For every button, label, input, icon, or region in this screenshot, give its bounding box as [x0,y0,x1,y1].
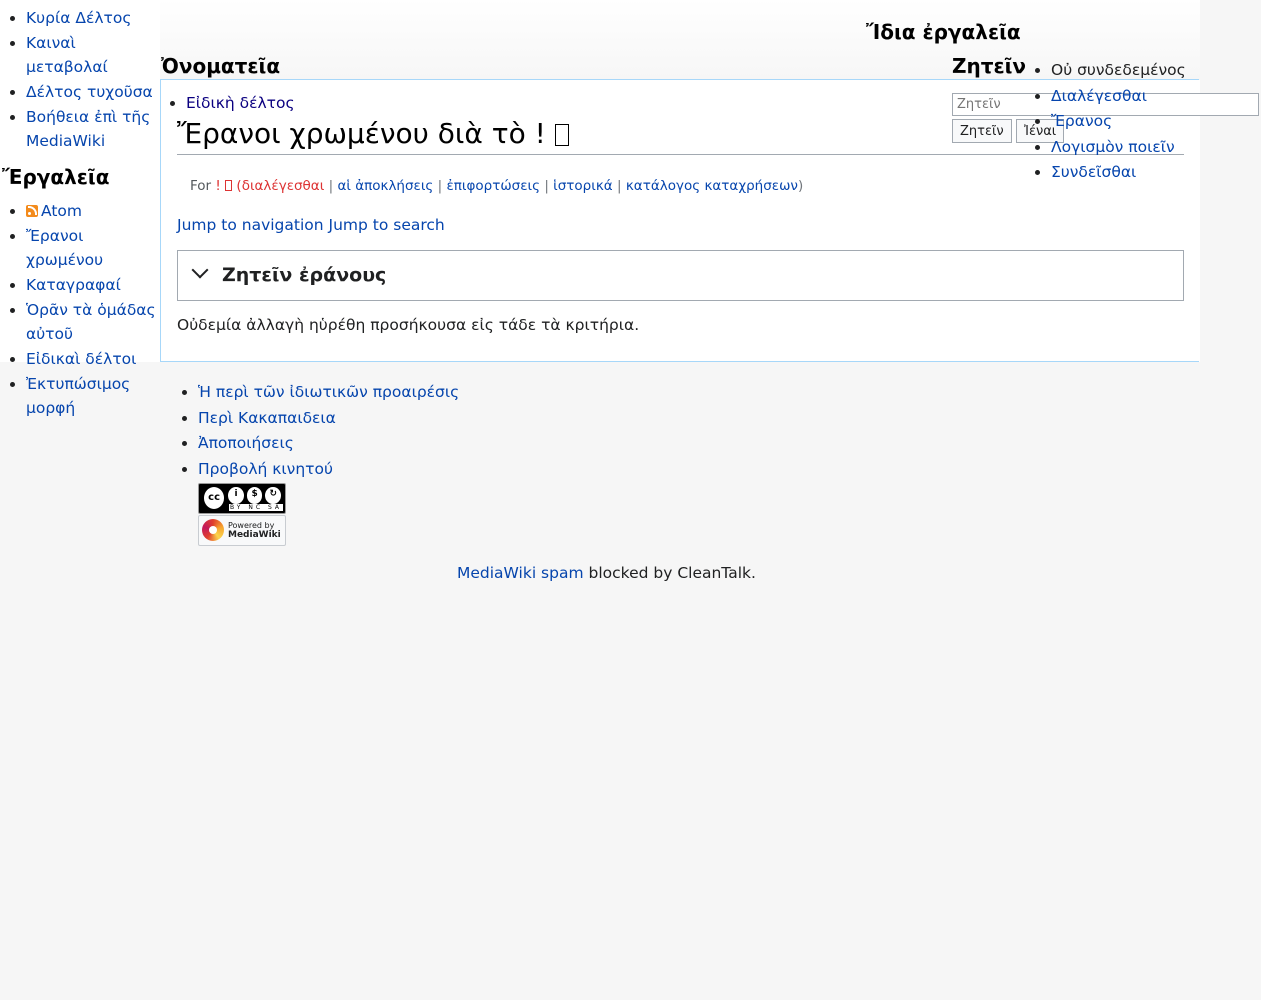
search-button[interactable]: Ζητεῖν [952,119,1012,143]
personal-item-create-account: Λογισμὸν ποιεῖν [1051,135,1186,161]
create-account-link[interactable]: Λογισμὸν ποιεῖν [1051,138,1175,156]
sidebar: Κυρία Δέλτος Καιναὶ μεταβολαί Δέλτος τυχ… [0,0,160,421]
sidebar-link[interactable]: Βοήθεια ἐπὶ τῆς MediaWiki [26,108,150,150]
tab-special-page-link[interactable]: Εἰδικὴ δέλτος [186,94,295,112]
sidebar-link[interactable]: Καταγραφαί [26,276,121,294]
sidebar-link[interactable]: Ἐκτυπώσιμος μορφή [26,375,130,417]
sidebar-item-logs: Καταγραφαί [26,273,160,297]
cleantalk-notice: MediaWiki spam blocked by CleanTalk. [457,564,756,582]
footer-item-privacy: Ἡ περὶ τῶν ἰδιωτικῶν προαιρέσις [198,380,459,406]
sidebar-link[interactable]: Ἔρανοι χρωμένου [26,227,103,269]
block-log-link[interactable]: αἱ ἀποκλήσεις [337,178,433,194]
user-name: ! [215,178,221,194]
personal-item-talk: Διαλέγεσθαι [1051,84,1186,110]
powered-by-mediawiki-badge[interactable]: Powered by MediaWiki [198,514,286,546]
atom-label: Atom [41,202,82,220]
sidebar-link[interactable]: Καιναὶ μεταβολαί [26,34,108,76]
footer-link[interactable]: Προβολή κινητού [198,460,333,478]
sidebar-item-recent-changes: Καιναὶ μεταβολαί [26,31,160,79]
missing-glyph-icon [554,124,569,146]
tools-heading: Ἔργαλεῖα [2,165,110,189]
jump-to-search-link[interactable]: Jump to search [329,216,445,234]
logs-link[interactable]: ἱστορικά [553,178,613,194]
jump-links: Jump to navigation Jump to search [177,216,445,234]
mediawiki-spam-link[interactable]: MediaWiki spam [457,564,584,582]
page-title-text: Ἔρανοι χρωμένου διὰ τὸ ! [177,117,546,150]
mediawiki-flower-icon [202,519,224,541]
sidebar-tools: Atom Ἔρανοι χρωμένου Καταγραφαί Ὁρᾶν τὰ … [0,199,160,420]
separator: | [328,178,334,194]
personal-tools-heading: Ἴδια ἐργαλεῖα [866,20,1021,44]
abuse-log-link[interactable]: κατάλογος καταχρήσεων [626,178,798,194]
footer-link[interactable]: Ἀποποιήσεις [198,434,294,452]
cc-mark: cc [203,485,226,510]
sidebar-navigation: Κυρία Δέλτος Καιναὶ μεταβολαί Δέλτος τυχ… [0,0,160,153]
separator: | [437,178,443,194]
content-subtitle: For ! (διαλέγεσθαι | αἱ ἀποκλήσεις | ἐπι… [190,178,803,194]
personal-item-not-logged-in: Οὐ συνδεδεμένος [1051,58,1186,84]
personal-item-contributions: Ἔρανος [1051,109,1186,135]
tab-special-page: Εἰδικὴ δέλτος [186,92,295,114]
chevron-down-icon [191,261,209,279]
cc-strip-text: BY NC SA [229,503,283,511]
personal-item-login: Συνδεῖσθαι [1051,160,1186,186]
cc-sa-icon: ↻ [265,486,282,504]
cc-by-icon: i [228,486,244,504]
cc-nc-icon: $ [246,486,263,504]
not-logged-in-text: Οὐ συνδεδεμένος [1051,61,1186,79]
sidebar-link[interactable]: Κυρία Δέλτος [26,9,131,27]
mw-badge-line2: MediaWiki [228,529,281,540]
personal-talk-link[interactable]: Διαλέγεσθαι [1051,87,1147,105]
sidebar-item-random-page: Δέλτος τυχοῦσα [26,80,160,104]
mw-badge-text: Powered by MediaWiki [228,521,281,540]
jump-to-navigation-link[interactable]: Jump to navigation [177,216,324,234]
cleantalk-text: blocked by CleanTalk. [583,564,756,582]
sidebar-item-special-pages: Εἰδικαὶ δέλτοι [26,347,160,371]
sidebar-link[interactable]: Ὁρᾶν τὰ ὁμάδας αὐτοῦ [26,301,156,343]
user-link[interactable]: ! [215,178,233,194]
search-contributions-fieldset[interactable]: Ζητεῖν ἐράνους [177,250,1184,301]
footer-link[interactable]: Περὶ Κακαπαιδεια [198,409,336,427]
sidebar-item-atom: Atom [26,199,160,223]
fieldset-legend: Ζητεῖν ἐράνους [222,264,387,286]
rss-icon [26,205,38,217]
sidebar-item-user-groups: Ὁρᾶν τὰ ὁμάδας αὐτοῦ [26,298,160,346]
footer-item-license: cc i $ ↻ BY NC SA [198,482,459,514]
sidebar-link[interactable]: Εἰδικαὶ δέλτοι [26,350,136,368]
personal-contributions-link[interactable]: Ἔρανος [1051,112,1112,130]
login-link[interactable]: Συνδεῖσθαι [1051,163,1136,181]
cc-by-nc-sa-icon[interactable]: cc i $ ↻ BY NC SA [198,482,286,514]
footer-item-mobile: Προβολή κινητού [198,457,459,483]
mw-badge-line1: Powered by [228,520,275,530]
sidebar-link[interactable]: Δέλτος τυχοῦσα [26,83,153,101]
separator: | [616,178,622,194]
atom-link[interactable]: Atom [26,202,82,220]
footer-links: Ἡ περὶ τῶν ἰδιωτικῶν προαιρέσις Περὶ Κακ… [172,380,459,546]
user-talk-link[interactable]: διαλέγεσθαι [242,178,325,194]
no-results-message: Οὐδεμία ἀλλαγὴ ηὑρέθη προσήκουσα εἰς τάδ… [177,316,640,334]
personal-tools: Οὐ συνδεδεμένος Διαλέγεσθαι Ἔρανος Λογισ… [1025,58,1186,186]
footer-item-powered-by: Powered by MediaWiki [198,514,459,546]
sidebar-item-user-contributions: Ἔρανοι χρωμένου [26,224,160,272]
namespaces-heading: Ὀνοματεῖα [161,54,281,78]
paren-close: ) [797,178,804,194]
footer-item-disclaimers: Ἀποποιήσεις [198,431,459,457]
subtitle-prefix: For [190,178,212,194]
namespace-tabs: Εἰδικὴ δέλτος [166,92,295,114]
search-heading: Ζητεῖν [952,54,1027,78]
sidebar-item-main-page: Κυρία Δέλτος [26,6,160,30]
uploads-link[interactable]: ἐπιφορτώσεις [447,178,541,194]
footer-link[interactable]: Ἡ περὶ τῶν ἰδιωτικῶν προαιρέσις [198,383,459,401]
footer-item-about: Περὶ Κακαπαιδεια [198,406,459,432]
sidebar-item-printable: Ἐκτυπώσιμος μορφή [26,372,160,420]
separator: | [544,178,549,194]
sidebar-item-help: Βοήθεια ἐπὶ τῆς MediaWiki [26,105,160,153]
missing-glyph-icon [225,180,233,191]
